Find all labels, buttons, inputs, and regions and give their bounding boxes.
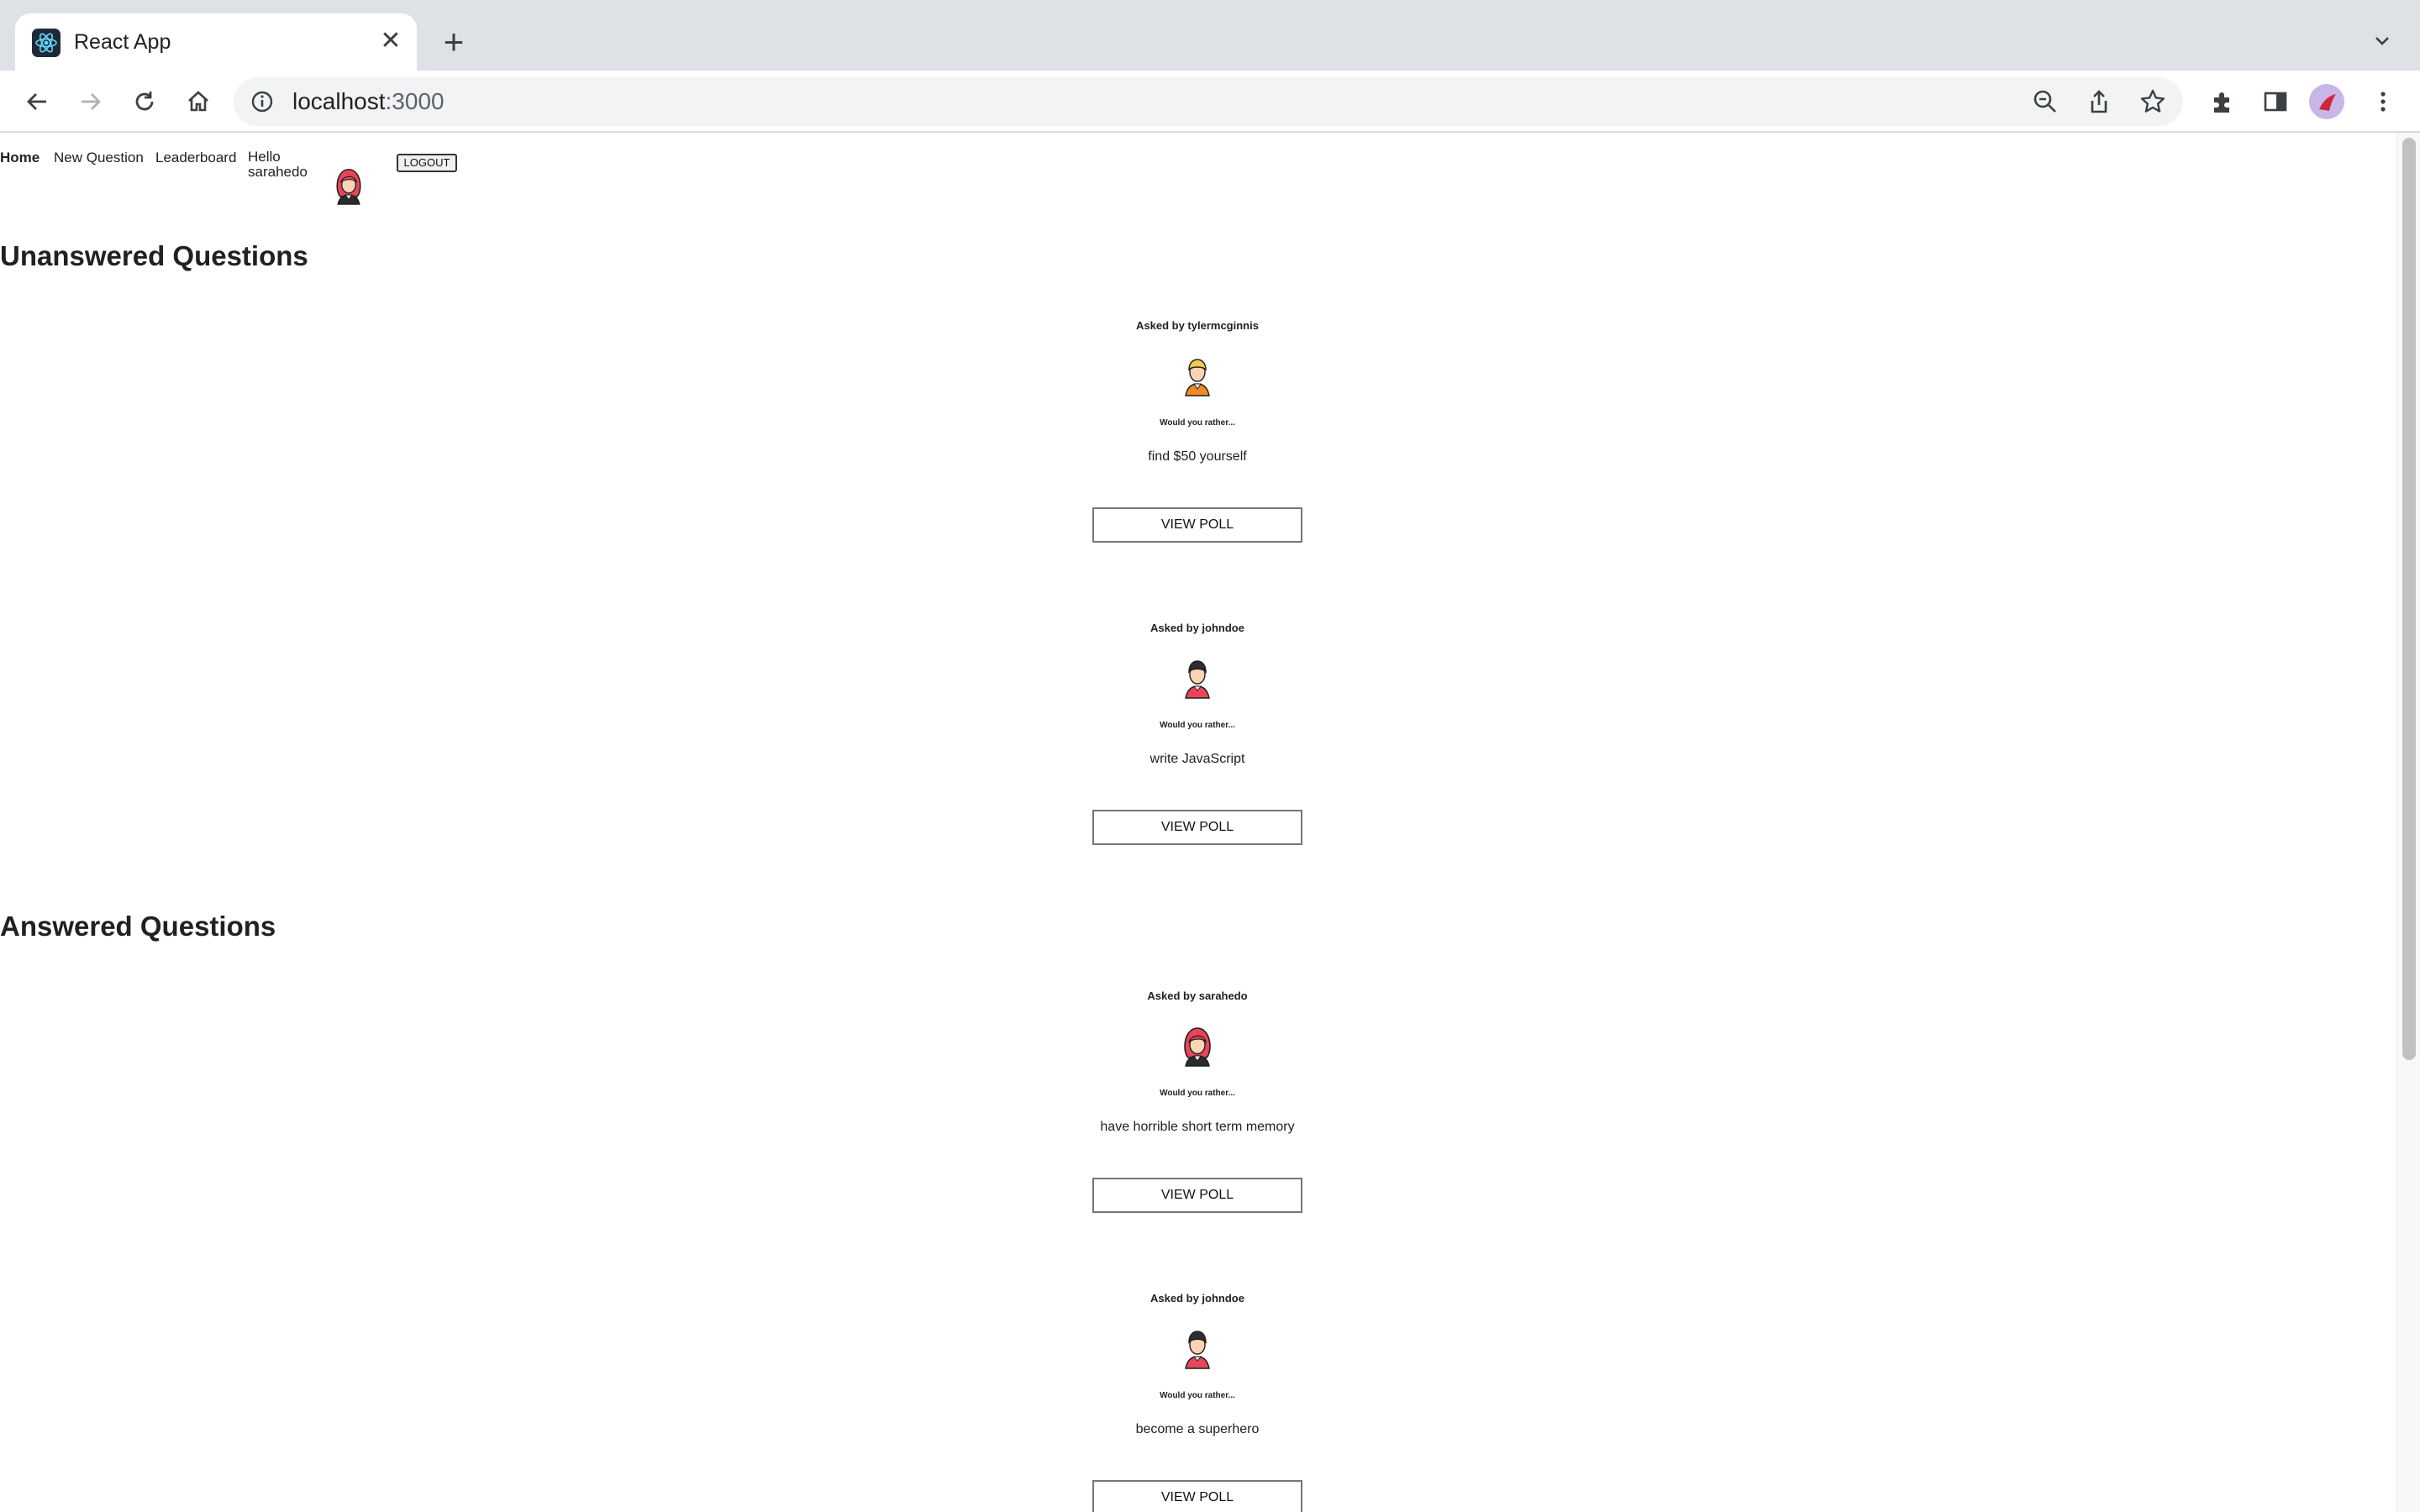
url-host: localhost	[292, 88, 386, 114]
forward-icon[interactable]	[71, 81, 111, 122]
question-card: Asked by sarahedo Would you rather... ha…	[1092, 990, 1302, 1213]
reload-icon[interactable]	[124, 81, 165, 122]
share-icon[interactable]	[2082, 85, 2116, 118]
dark-hair-man-avatar-icon	[1176, 657, 1218, 699]
scrollbar-thumb[interactable]	[2402, 138, 2416, 1060]
menu-kebab-icon[interactable]	[2363, 81, 2403, 122]
asked-by-label: Asked by johndoe	[1150, 1292, 1244, 1305]
would-you-rather-label: Would you rather...	[1160, 1089, 1235, 1098]
react-logo-icon	[32, 29, 60, 57]
user-avatar-icon	[329, 166, 368, 205]
logout-button[interactable]: LOGOUT	[397, 154, 457, 172]
would-you-rather-label: Would you rather...	[1160, 418, 1235, 428]
nav-leaderboard-link[interactable]: Leaderboard	[155, 150, 236, 166]
unanswered-section-title: Unanswered Questions	[0, 240, 308, 271]
url-port: :3000	[385, 88, 445, 114]
greeting-hello: Hello	[248, 149, 281, 165]
address-bar[interactable]: localhost:3000	[234, 77, 2183, 126]
user-greeting: Hello sarahedo	[248, 150, 324, 180]
view-poll-button[interactable]: VIEW POLL	[1092, 507, 1302, 543]
dark-hair-man-avatar-icon	[1176, 1327, 1218, 1369]
question-card: Asked by johndoe Would you rather... wri…	[1092, 622, 1302, 845]
browser-toolbar: localhost:3000	[0, 71, 2420, 133]
question-card: Asked by tylermcginnis Would you rather.…	[1092, 319, 1302, 543]
view-poll-button[interactable]: VIEW POLL	[1092, 1480, 1302, 1512]
zoom-out-icon[interactable]	[2028, 85, 2062, 118]
asked-by-label: Asked by johndoe	[1150, 622, 1244, 634]
nav-new-question-link[interactable]: New Question	[54, 150, 144, 166]
view-poll-button[interactable]: VIEW POLL	[1092, 810, 1302, 845]
option-text: write JavaScript	[1150, 752, 1245, 766]
option-text: become a superhero	[1135, 1422, 1260, 1436]
answered-section-title: Answered Questions	[0, 911, 276, 942]
side-panel-icon[interactable]	[2255, 81, 2296, 122]
back-icon[interactable]	[17, 81, 57, 122]
asked-by-label: Asked by sarahedo	[1147, 990, 1248, 1002]
question-card: Asked by johndoe Would you rather... bec…	[1092, 1292, 1302, 1512]
red-hair-woman-avatar-icon	[1176, 1025, 1218, 1067]
profile-avatar-icon[interactable]	[2309, 84, 2344, 119]
extensions-icon[interactable]	[2202, 81, 2242, 122]
chevron-down-icon[interactable]	[2368, 27, 2396, 55]
close-icon[interactable]: ✕	[376, 27, 405, 55]
url-text: localhost:3000	[292, 87, 445, 116]
info-icon[interactable]	[249, 88, 276, 115]
new-tab-icon[interactable]: +	[437, 24, 471, 60]
option-text: have horrible short term memory	[1100, 1120, 1295, 1134]
tab-strip: React App ✕ +	[0, 0, 2420, 71]
bookmark-star-icon[interactable]	[2136, 85, 2170, 118]
asked-by-label: Asked by tylermcginnis	[1136, 319, 1259, 332]
nav-home-link[interactable]: Home	[0, 150, 39, 166]
greeting-username: sarahedo	[248, 164, 308, 180]
view-poll-button[interactable]: VIEW POLL	[1092, 1178, 1302, 1213]
tab-title: React App	[74, 30, 171, 54]
option-text: find $50 yourself	[1148, 449, 1247, 464]
browser-tab[interactable]: React App ✕	[15, 13, 417, 71]
would-you-rather-label: Would you rather...	[1160, 721, 1235, 730]
home-icon[interactable]	[178, 81, 218, 122]
would-you-rather-label: Would you rather...	[1160, 1391, 1235, 1400]
blonde-man-avatar-icon	[1176, 354, 1218, 396]
page-viewport: Home New Question Leaderboard Hello sara…	[0, 133, 2396, 1512]
page-scrollbar[interactable]	[2396, 133, 2420, 1512]
